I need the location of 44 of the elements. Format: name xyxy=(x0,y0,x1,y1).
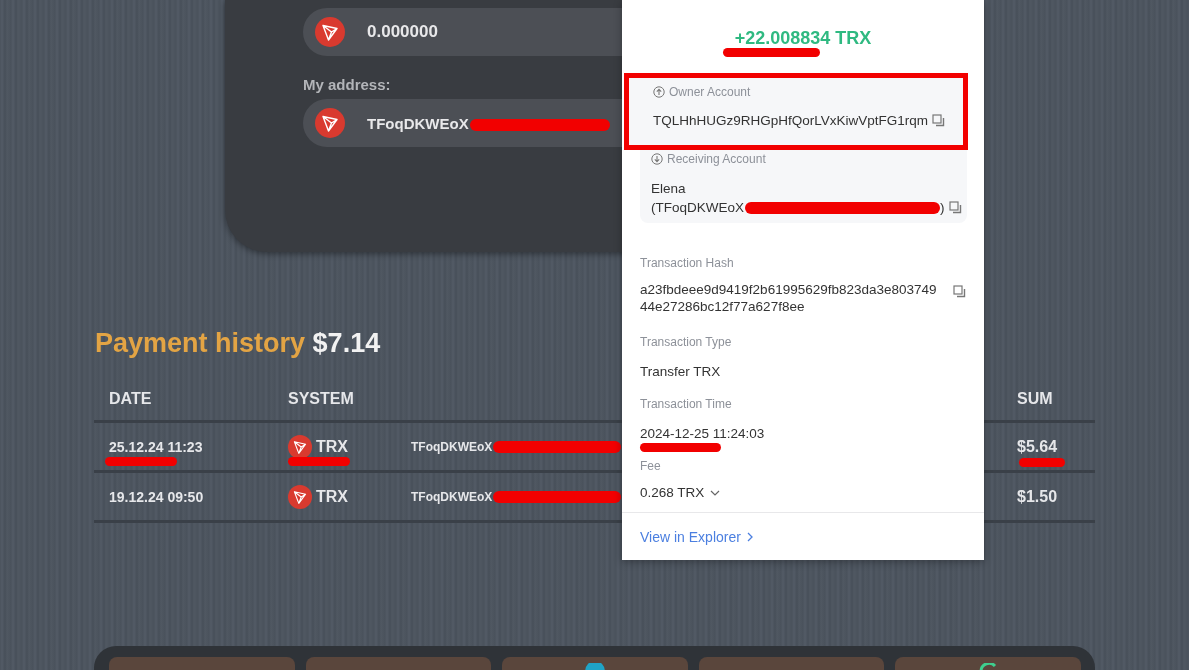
date-text: 25.12.24 11:23 xyxy=(109,438,203,455)
up-arrow-icon xyxy=(653,86,665,98)
hash-label: Transaction Hash xyxy=(640,256,735,270)
explorer-link[interactable]: View in Explorer xyxy=(640,529,753,545)
down-arrow-icon xyxy=(651,153,663,165)
chevron-right-icon xyxy=(746,532,753,542)
sum-text: $5.64 xyxy=(1017,437,1058,455)
type-label: Transaction Type xyxy=(640,335,733,349)
time-label: Transaction Time xyxy=(640,397,733,411)
transaction-time: 2024-12-25 11:24:03 xyxy=(640,425,766,442)
system-text: TRX xyxy=(316,487,348,506)
menu-tile[interactable] xyxy=(895,657,1081,670)
transaction-type: Transfer TRX xyxy=(640,363,722,380)
date-text: 19.12.24 09:50 xyxy=(109,488,204,505)
fee-amount: 0.268 TRX xyxy=(640,485,705,500)
menu-tile[interactable] xyxy=(502,657,688,670)
column-header: SYSTEM xyxy=(288,389,355,408)
receiving-account-label: Receiving Account xyxy=(651,152,956,166)
tron-logo-icon xyxy=(315,108,345,138)
fee-label: Fee xyxy=(640,459,662,473)
transaction-hash: a23fbdeee9d9419f2b61995629fb823da3e80374944e27286bc12f77a627f8ee xyxy=(640,281,938,315)
address-text: TFoqDKWEoX xyxy=(411,439,622,454)
tron-logo-icon xyxy=(288,484,312,509)
system-text: TRX xyxy=(316,437,348,456)
tron-logo-icon xyxy=(288,434,312,459)
chevron-down-icon[interactable] xyxy=(710,489,721,496)
arc-icon xyxy=(978,663,999,670)
tron-logo-icon xyxy=(315,17,345,47)
copy-icon[interactable] xyxy=(932,114,946,127)
menu-tile[interactable] xyxy=(305,657,492,670)
copy-icon[interactable] xyxy=(953,284,966,298)
receiver-address: (TFoqDKWEoX ) xyxy=(651,200,945,215)
receiver-name: Elena xyxy=(651,180,687,197)
menu-tile[interactable] xyxy=(109,657,295,670)
sum-text: $1.50 xyxy=(1017,487,1058,505)
address-label: My address: xyxy=(303,76,391,93)
address-text: TFoqDKWEoX xyxy=(411,489,622,504)
column-header: DATE xyxy=(109,389,153,408)
menu-tile[interactable] xyxy=(698,657,885,670)
column-header: SUM xyxy=(1017,389,1053,408)
section-title: Payment history xyxy=(95,328,306,358)
copy-icon[interactable] xyxy=(948,201,962,214)
owner-account-label: Owner Account xyxy=(653,85,952,99)
total-amount: $7.14 xyxy=(312,328,381,358)
